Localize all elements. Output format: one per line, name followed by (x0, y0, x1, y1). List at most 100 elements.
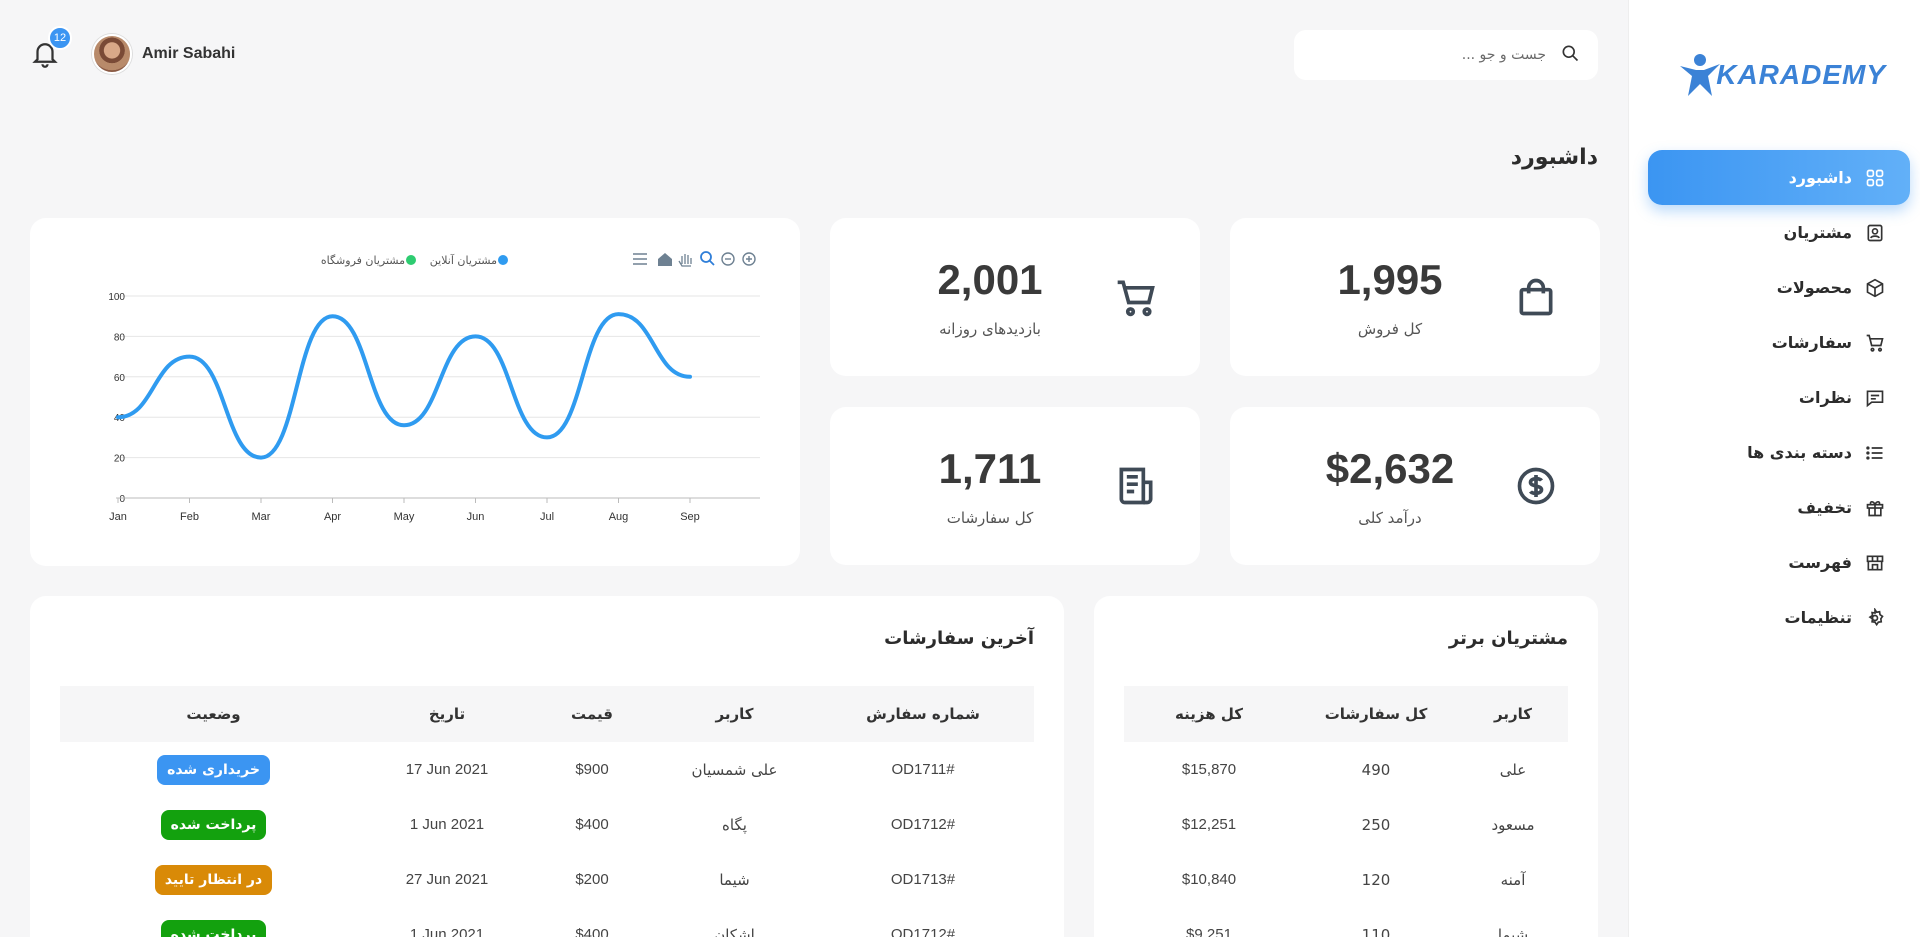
sidebar-item-orders[interactable]: سفارشات (1648, 315, 1910, 370)
latest-orders-table: شماره سفارش کاربر قیمت تاریخ وضعیت OD171… (60, 686, 1034, 937)
customers-icon (1864, 222, 1886, 244)
sidebar-item-label: تخفیف (1797, 498, 1852, 517)
latest-orders-card: آخرین سفارشات شماره سفارش کاربر قیمت تار… (30, 596, 1064, 937)
y-tick-label: 0 (119, 494, 125, 505)
table-row[interactable]: OD1712# اشکان $400 1 Jun 2021 پرداخت شده (60, 907, 1034, 937)
x-tick-label: Apr (324, 511, 341, 523)
table-header-row: شماره سفارش کاربر قیمت تاریخ وضعیت (60, 686, 1034, 742)
sidebar-item-dashboard[interactable]: داشبورد (1648, 150, 1910, 205)
sidebar-item-categories[interactable]: دسته بندی ها (1648, 425, 1910, 480)
cell-order-id: OD1712# (890, 816, 956, 833)
column-header: کاربر (657, 686, 812, 742)
store-icon (1864, 552, 1886, 574)
stat-label: کل سفارشات (946, 509, 1034, 527)
status-badge[interactable]: در انتظار تایید (154, 864, 273, 895)
cell-spent: $9,251 (1186, 926, 1232, 937)
cell-spent: $12,251 (1181, 816, 1237, 833)
legend-marker-online (498, 255, 508, 265)
x-tick-label: Mar (252, 511, 271, 523)
notification-badge: 12 (48, 26, 72, 50)
gift-icon (1864, 497, 1886, 519)
cell-user: آمنه (1500, 870, 1526, 889)
cell-spent: $10,840 (1181, 871, 1237, 888)
sidebar-item-customers[interactable]: مشتریان (1648, 205, 1910, 260)
latest-orders-title: آخرین سفارشات (884, 628, 1034, 649)
table-row[interactable]: OD1711# علی شمسیان $900 17 Jun 2021 خرید… (60, 742, 1034, 797)
table-row[interactable]: علی 490 $15,870 (1124, 742, 1568, 797)
sidebar-item-label: داشبورد (1788, 168, 1852, 187)
customers-chart-card: مشتریان آنلاین مشتریان فروشگاه 0 20 40 60 80… (30, 218, 800, 566)
sidebar: KARADEMY داشبورد مشتریان محصولات سفارشات (1628, 0, 1920, 937)
column-header: تاریخ (367, 686, 527, 742)
home-icon[interactable] (658, 253, 672, 266)
zoom-in-icon[interactable] (742, 252, 756, 266)
cart-icon (1112, 273, 1160, 321)
magnifier-icon[interactable] (700, 251, 715, 266)
dollar-icon (1512, 462, 1560, 510)
sidebar-item-products[interactable]: محصولات (1648, 260, 1910, 315)
x-axis: Jan Feb Mar Apr May Jun Jul Aug Sep (109, 497, 760, 523)
cell-user: علی شمسیان (691, 760, 778, 779)
logo-text: KARADEMY (1716, 59, 1886, 90)
sidebar-item-comments[interactable]: نظرات (1648, 370, 1910, 425)
stat-label: درآمد کلی (1358, 509, 1422, 527)
comment-icon (1864, 387, 1886, 409)
avatar[interactable] (92, 34, 132, 74)
cell-user: شیما (719, 870, 750, 889)
legend-marker-store (406, 255, 416, 265)
sidebar-item-label: تنظیمات (1784, 608, 1852, 627)
pan-hand-icon[interactable] (678, 254, 692, 267)
cell-user: مسعود (1491, 815, 1535, 834)
table-row[interactable]: OD1712# پگاه $400 1 Jun 2021 پرداخت شده (60, 797, 1034, 852)
sidebar-item-label: سفارشات (1771, 333, 1852, 352)
sidebar-item-menu[interactable]: فهرست (1648, 535, 1910, 590)
x-tick-label: May (394, 511, 415, 523)
x-tick-label: Jan (109, 511, 127, 523)
search-input[interactable] (1326, 47, 1546, 63)
logo-figure-icon (1678, 52, 1722, 98)
brand-logo[interactable]: KARADEMY (1678, 52, 1886, 98)
sidebar-item-label: نظرات (1798, 388, 1852, 407)
search-box (1294, 30, 1598, 80)
y-tick-label: 60 (114, 373, 126, 384)
stat-card-total-orders: 1,711 کل سفارشات (830, 407, 1200, 565)
zoom-out-icon[interactable] (721, 252, 735, 266)
top-customers-table: کاربر کل سفارشات کل هزینه علی 490 $15,87… (1124, 686, 1568, 937)
cell-order-id: OD1711# (891, 761, 955, 778)
table-row[interactable]: شیما 110 $9,251 (1124, 907, 1568, 937)
search-icon[interactable] (1560, 43, 1580, 67)
y-axis: 020406080100 (108, 292, 125, 505)
cell-spent: $15,870 (1181, 761, 1237, 778)
cart-icon (1864, 332, 1886, 354)
column-header: وضعیت (60, 686, 367, 742)
sidebar-item-discount[interactable]: تخفیف (1648, 480, 1910, 535)
sidebar-item-settings[interactable]: تنظیمات (1648, 590, 1910, 645)
stat-value: 1,711 (938, 445, 1042, 492)
top-customers-card: مشتریان برتر کاربر کل سفارشات کل هزینه ع… (1094, 596, 1598, 937)
x-tick-label: Sep (680, 511, 700, 523)
receipt-icon (1112, 462, 1160, 510)
column-header: شماره سفارش (812, 686, 1034, 742)
box-icon (1864, 277, 1886, 299)
table-row[interactable]: آمنه 120 $10,840 (1124, 852, 1568, 907)
sidebar-item-label: محصولات (1776, 278, 1852, 297)
sidebar-item-label: دسته بندی ها (1747, 443, 1852, 462)
cell-orders: 120 (1361, 870, 1391, 889)
stat-value: 2,001 (937, 256, 1043, 303)
cell-user: اشکان (714, 925, 755, 937)
cell-order-id: OD1713# (890, 871, 956, 888)
table-row[interactable]: OD1713# شیما $200 27 Jun 2021 در انتظار … (60, 852, 1034, 907)
table-header-row: کاربر کل سفارشات کل هزینه (1124, 686, 1568, 742)
x-tick-label: Aug (609, 511, 629, 523)
table-row[interactable]: مسعود 250 $12,251 (1124, 797, 1568, 852)
column-header: قیمت (527, 686, 657, 742)
status-badge[interactable]: پرداخت شده (160, 919, 267, 937)
user-profile[interactable]: Amir Sabahi (92, 34, 235, 74)
page-title: داشبورد (1510, 145, 1598, 170)
status-badge[interactable]: خریداری شده (157, 754, 270, 785)
y-tick-label: 80 (114, 332, 126, 343)
gear-icon (1864, 607, 1886, 629)
x-tick-label: Jun (467, 511, 485, 523)
status-badge[interactable]: پرداخت شده (160, 809, 267, 840)
hamburger-menu-icon[interactable] (633, 253, 647, 265)
